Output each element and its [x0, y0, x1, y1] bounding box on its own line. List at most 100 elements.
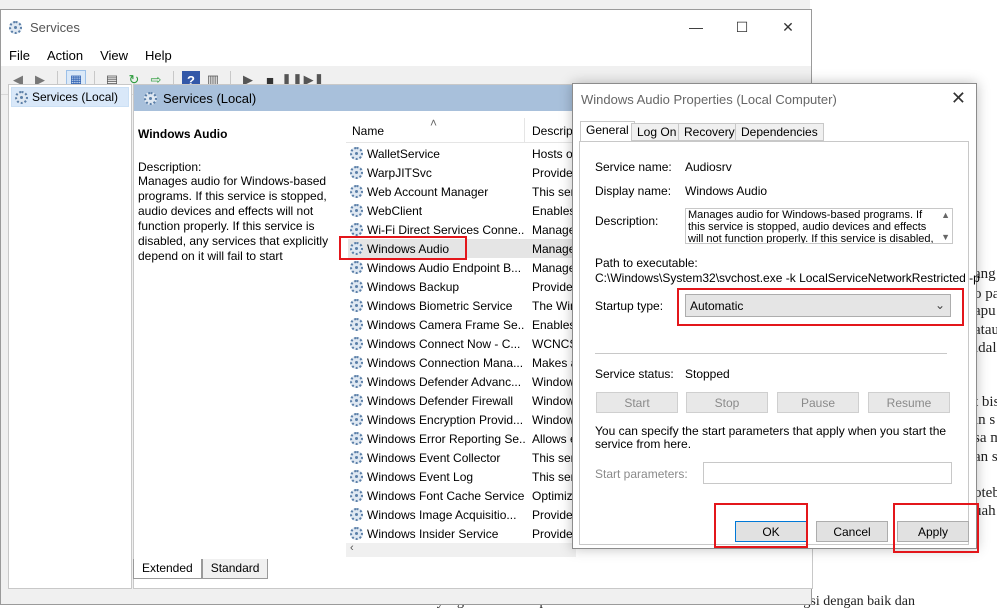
- service-row-name: Windows Image Acquisitio...: [367, 507, 517, 522]
- menu-view[interactable]: View: [92, 48, 137, 63]
- description-box[interactable]: Manages audio for Windows-based programs…: [685, 208, 953, 244]
- highlight-box: [339, 236, 467, 260]
- divider: [595, 353, 947, 354]
- start-params-label: Start parameters:: [595, 467, 688, 481]
- service-row-name: Windows Defender Firewall: [367, 393, 514, 408]
- console-tree: Services (Local): [8, 84, 132, 589]
- service-gear-icon: [350, 147, 363, 160]
- tree-node-services-local[interactable]: Services (Local): [11, 87, 129, 107]
- start-button[interactable]: Start: [596, 392, 678, 413]
- service-gear-icon: [350, 185, 363, 198]
- path-label: Path to executable:: [595, 256, 698, 270]
- close-button[interactable]: ✕: [765, 10, 811, 44]
- tree-node-label: Services (Local): [32, 90, 119, 104]
- service-status-label: Service status:: [595, 367, 674, 381]
- service-gear-icon: [350, 394, 363, 407]
- service-gear-icon: [350, 280, 363, 293]
- resume-button[interactable]: Resume: [868, 392, 950, 413]
- scroll-down-icon[interactable]: ▼: [941, 231, 950, 243]
- menu-file[interactable]: File: [1, 48, 39, 63]
- service-status-value: Stopped: [685, 367, 730, 381]
- service-row-name: Wi-Fi Direct Services Conne...: [367, 222, 525, 237]
- service-gear-icon: [350, 432, 363, 445]
- startup-type-label: Startup type:: [595, 299, 664, 313]
- services-title: Services: [30, 19, 80, 35]
- tab-extended[interactable]: Extended: [133, 559, 202, 579]
- service-row-name: Web Account Manager: [367, 184, 489, 199]
- service-gear-icon: [350, 337, 363, 350]
- menu-bar: File Action View Help: [1, 44, 811, 66]
- menu-action[interactable]: Action: [39, 48, 92, 63]
- tab-general[interactable]: General: [580, 121, 635, 142]
- start-params-note: You can specify the start parameters tha…: [595, 424, 947, 451]
- column-description[interactable]: Descript: [532, 124, 576, 138]
- cancel-button[interactable]: Cancel: [816, 521, 888, 542]
- services-titlebar[interactable]: Services — ☐ ✕: [1, 10, 811, 44]
- service-gear-icon: [350, 356, 363, 369]
- pane-header-title: Services (Local): [163, 90, 257, 106]
- highlight-box: [714, 503, 808, 548]
- service-row-name: Windows Backup: [367, 279, 460, 294]
- bg-text-line: apu: [974, 303, 996, 319]
- services-icon: [144, 91, 157, 105]
- service-name-value: Audiosrv: [685, 160, 732, 174]
- service-gear-icon: [350, 508, 363, 521]
- services-app-icon: [9, 20, 22, 34]
- description-label: Description:: [595, 214, 659, 228]
- stop-button[interactable]: Stop: [686, 392, 768, 413]
- tab-standard[interactable]: Standard: [201, 559, 269, 579]
- service-gear-icon: [350, 166, 363, 179]
- service-row-name: Windows Font Cache Service: [367, 488, 525, 503]
- service-row-name: Windows Encryption Provid...: [367, 412, 524, 427]
- service-row-name: Windows Biometric Service: [367, 298, 513, 313]
- scroll-up-icon[interactable]: ▲: [941, 209, 950, 221]
- service-row-name: Windows Camera Frame Se...: [367, 317, 525, 332]
- service-row-name: Windows Connect Now - C...: [367, 336, 521, 351]
- bg-text-line: atau: [974, 322, 997, 338]
- menu-help[interactable]: Help: [137, 48, 181, 63]
- dialog-close-button[interactable]: ✕: [951, 88, 966, 109]
- service-gear-icon: [350, 413, 363, 426]
- path-value: C:\Windows\System32\svchost.exe -k Local…: [595, 271, 980, 285]
- detail-description: Manages audio for Windows-based programs…: [138, 174, 329, 263]
- service-row-name: Windows Insider Service: [367, 526, 499, 541]
- tab-dependencies[interactable]: Dependencies: [735, 123, 824, 141]
- column-name[interactable]: Name: [352, 124, 384, 138]
- pause-button[interactable]: Pause: [777, 392, 859, 413]
- bg-text-line: oteb: [974, 485, 997, 501]
- horizontal-scrollbar[interactable]: ‹: [346, 542, 576, 557]
- service-gear-icon: [350, 451, 363, 464]
- service-row-name: Windows Error Reporting Se...: [367, 431, 525, 446]
- highlight-box: [893, 503, 979, 553]
- maximize-button[interactable]: ☐: [719, 10, 765, 44]
- service-gear-icon: [350, 470, 363, 483]
- service-row-name: Windows Audio Endpoint B...: [367, 260, 522, 275]
- scroll-left-icon[interactable]: ‹: [350, 542, 354, 554]
- bg-text-line: sa m: [974, 430, 997, 446]
- service-gear-icon: [350, 299, 363, 312]
- service-row-name: Windows Event Log: [367, 469, 474, 484]
- service-row-name: Windows Connection Mana...: [367, 355, 524, 370]
- description-text: Manages audio for Windows-based programs…: [688, 209, 934, 244]
- service-gear-icon: [350, 489, 363, 502]
- dialog-title: Windows Audio Properties (Local Computer…: [581, 92, 837, 107]
- column-divider: [524, 118, 525, 142]
- service-row-name: Windows Defender Advanc...: [367, 374, 522, 389]
- minimize-button[interactable]: —: [673, 10, 719, 44]
- service-gear-icon: [350, 204, 363, 217]
- tab-recovery[interactable]: Recovery: [678, 123, 741, 141]
- service-row-name: WalletService: [367, 146, 440, 161]
- service-name-label: Service name:: [595, 160, 672, 174]
- highlight-box: [677, 288, 964, 326]
- detail-description-label: Description:: [138, 160, 202, 174]
- view-tabs: Extended Standard: [133, 559, 269, 579]
- service-row-name: WarpJITSvc: [367, 165, 432, 180]
- service-row-name: WebClient: [367, 203, 423, 218]
- tab-log-on[interactable]: Log On: [631, 123, 683, 141]
- service-gear-icon: [350, 318, 363, 331]
- services-icon: [15, 90, 28, 104]
- service-row-name: Windows Event Collector: [367, 450, 501, 465]
- service-gear-icon: [350, 261, 363, 274]
- start-params-input[interactable]: [703, 462, 952, 484]
- display-name-value: Windows Audio: [685, 184, 768, 198]
